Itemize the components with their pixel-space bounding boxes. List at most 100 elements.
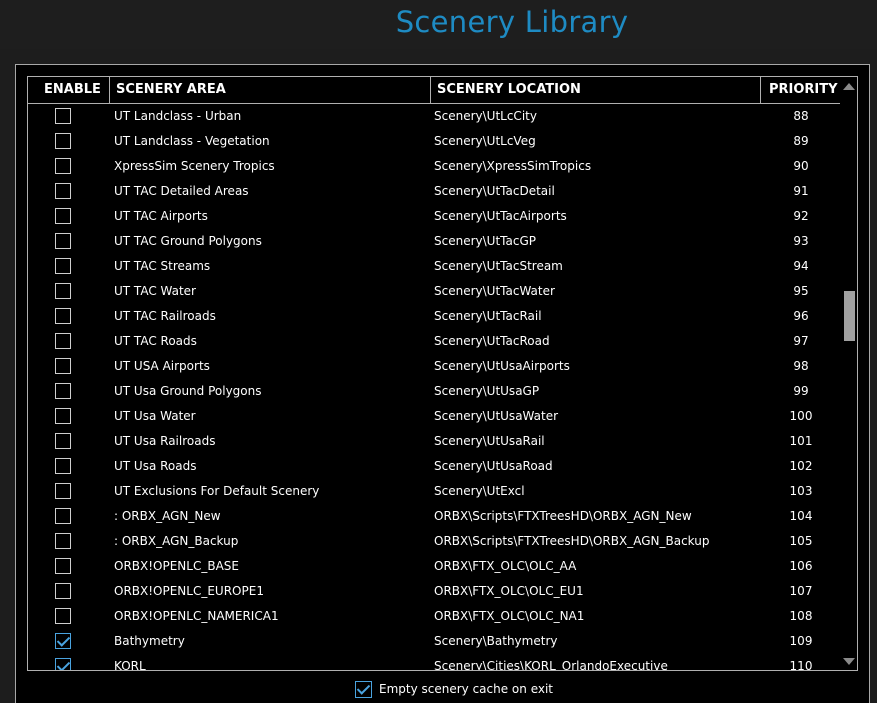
scenery-location-cell: Scenery\UtUsaGP <box>434 384 540 398</box>
priority-cell: 88 <box>793 109 809 123</box>
enable-checkbox[interactable] <box>55 508 71 524</box>
enable-checkbox[interactable] <box>55 108 71 124</box>
title-bar: Scenery Library <box>0 0 877 49</box>
scenery-area-cell: UT Exclusions For Default Scenery <box>114 484 320 498</box>
priority-cell: 110 <box>789 659 813 671</box>
scenery-area-cell: ORBX!OPENLC_BASE <box>114 559 239 573</box>
scenery-area-cell: UT Usa Roads <box>114 459 197 473</box>
scenery-area-cell: UT Landclass - Vegetation <box>114 134 270 148</box>
column-header-priority[interactable]: PRIORITY <box>761 77 841 103</box>
table-row[interactable]: XpressSim Scenery Tropics Scenery\XpressS… <box>28 154 840 179</box>
priority-cell: 90 <box>793 159 809 173</box>
table-row[interactable]: UT TAC Water Scenery\UtTacWater 95 <box>28 279 840 304</box>
priority-cell: 92 <box>793 209 809 223</box>
empty-cache-checkbox[interactable] <box>355 681 372 698</box>
enable-checkbox[interactable] <box>55 483 71 499</box>
table-row[interactable]: UT Usa Ground Polygons Scenery\UtUsaGP 99 <box>28 379 840 404</box>
enable-checkbox[interactable] <box>55 358 71 374</box>
table-row[interactable]: KORL Scenery\Cities\KORL_OrlandoExecutive… <box>28 654 840 671</box>
enable-checkbox[interactable] <box>55 183 71 199</box>
scenery-area-cell: UT Usa Ground Polygons <box>114 384 262 398</box>
enable-checkbox[interactable] <box>55 208 71 224</box>
scenery-location-cell: Scenery\UtUsaRail <box>434 434 545 448</box>
table-row[interactable]: Bathymetry Scenery\Bathymetry 109 <box>28 629 840 654</box>
priority-cell: 89 <box>793 134 809 148</box>
enable-checkbox[interactable] <box>55 158 71 174</box>
priority-cell: 108 <box>789 609 813 623</box>
priority-cell: 104 <box>789 509 813 523</box>
enable-checkbox[interactable] <box>55 608 71 624</box>
priority-cell: 103 <box>789 484 813 498</box>
table-row[interactable]: UT Usa Water Scenery\UtUsaWater 100 <box>28 404 840 429</box>
table-row[interactable]: UT USA Airports Scenery\UtUsaAirports 98 <box>28 354 840 379</box>
scenery-area-cell: UT TAC Airports <box>114 209 208 223</box>
enable-checkbox[interactable] <box>55 558 71 574</box>
column-header-scenery-area[interactable]: SCENERY AREA <box>110 77 431 103</box>
scenery-location-cell: ORBX\Scripts\FTXTreesHD\ORBX_AGN_Backup <box>434 534 710 548</box>
table-row[interactable]: UT TAC Ground Polygons Scenery\UtTacGP 93 <box>28 229 840 254</box>
scenery-location-cell: ORBX\FTX_OLC\OLC_AA <box>434 559 577 573</box>
enable-checkbox[interactable] <box>55 633 71 649</box>
enable-checkbox[interactable] <box>55 333 71 349</box>
scenery-location-cell: Scenery\UtTacStream <box>434 259 563 273</box>
priority-cell: 109 <box>789 634 813 648</box>
table-row[interactable]: : ORBX_AGN_New ORBX\Scripts\FTXTreesHD\OR… <box>28 504 840 529</box>
scrollbar-thumb[interactable] <box>844 291 855 341</box>
scenery-area-cell: UT Usa Water <box>114 409 196 423</box>
priority-cell: 101 <box>789 434 813 448</box>
enable-checkbox[interactable] <box>55 308 71 324</box>
table-header: ENABLE SCENERY AREA SCENERY LOCATION PRI… <box>28 77 840 104</box>
scenery-table: ENABLE SCENERY AREA SCENERY LOCATION PRI… <box>27 76 858 671</box>
table-row[interactable]: UT TAC Railroads Scenery\UtTacRail 96 <box>28 304 840 329</box>
scenery-area-cell: UT TAC Ground Polygons <box>114 234 262 248</box>
vertical-scrollbar[interactable] <box>841 77 857 670</box>
table-row[interactable]: ORBX!OPENLC_EUROPE1 ORBX\FTX_OLC\OLC_EU1 1… <box>28 579 840 604</box>
scenery-area-cell: : ORBX_AGN_New <box>114 509 221 523</box>
table-row[interactable]: : ORBX_AGN_Backup ORBX\Scripts\FTXTreesHD… <box>28 529 840 554</box>
enable-checkbox[interactable] <box>55 283 71 299</box>
column-header-enable[interactable]: ENABLE <box>28 77 110 103</box>
scroll-up-arrow-icon[interactable] <box>843 83 855 90</box>
enable-checkbox[interactable] <box>55 408 71 424</box>
scenery-area-cell: UT Landclass - Urban <box>114 109 242 123</box>
enable-checkbox[interactable] <box>55 583 71 599</box>
table-row[interactable]: ORBX!OPENLC_NAMERICA1 ORBX\FTX_OLC\OLC_NA… <box>28 604 840 629</box>
enable-checkbox[interactable] <box>55 658 71 670</box>
scenery-location-cell: Scenery\Bathymetry <box>434 634 558 648</box>
table-row[interactable]: UT Landclass - Vegetation Scenery\UtLcVeg… <box>28 129 840 154</box>
table-row[interactable]: UT Exclusions For Default Scenery Scenery… <box>28 479 840 504</box>
enable-checkbox[interactable] <box>55 433 71 449</box>
priority-cell: 94 <box>793 259 809 273</box>
enable-checkbox[interactable] <box>55 458 71 474</box>
scenery-location-cell: Scenery\UtTacDetail <box>434 184 555 198</box>
table-row[interactable]: UT TAC Detailed Areas Scenery\UtTacDetail… <box>28 179 840 204</box>
table-row[interactable]: UT TAC Airports Scenery\UtTacAirports 92 <box>28 204 840 229</box>
scenery-area-cell: UT TAC Detailed Areas <box>114 184 249 198</box>
scenery-location-cell: Scenery\UtLcVeg <box>434 134 536 148</box>
scenery-area-cell: KORL <box>114 659 146 671</box>
scenery-location-cell: Scenery\Cities\KORL_OrlandoExecutive <box>434 659 668 671</box>
enable-checkbox[interactable] <box>55 133 71 149</box>
table-row[interactable]: UT Usa Railroads Scenery\UtUsaRail 101 <box>28 429 840 454</box>
enable-checkbox[interactable] <box>55 258 71 274</box>
enable-checkbox[interactable] <box>55 533 71 549</box>
enable-checkbox[interactable] <box>55 383 71 399</box>
scenery-location-cell: Scenery\UtTacRail <box>434 309 542 323</box>
priority-cell: 107 <box>789 584 813 598</box>
enable-checkbox[interactable] <box>55 233 71 249</box>
scenery-area-cell: UT TAC Streams <box>114 259 211 273</box>
scenery-location-cell: Scenery\UtExcl <box>434 484 525 498</box>
scenery-location-cell: ORBX\FTX_OLC\OLC_NA1 <box>434 609 585 623</box>
table-row[interactable]: ORBX!OPENLC_BASE ORBX\FTX_OLC\OLC_AA 106 <box>28 554 840 579</box>
column-header-scenery-location[interactable]: SCENERY LOCATION <box>431 77 761 103</box>
priority-cell: 91 <box>793 184 809 198</box>
scenery-location-cell: Scenery\UtUsaAirports <box>434 359 570 373</box>
table-row[interactable]: UT Landclass - Urban Scenery\UtLcCity 88 <box>28 104 840 129</box>
scroll-down-arrow-icon[interactable] <box>843 658 855 665</box>
table-row[interactable]: UT TAC Streams Scenery\UtTacStream 94 <box>28 254 840 279</box>
scenery-location-cell: Scenery\UtTacRoad <box>434 334 550 348</box>
table-row[interactable]: UT TAC Roads Scenery\UtTacRoad 97 <box>28 329 840 354</box>
table-row[interactable]: UT Usa Roads Scenery\UtUsaRoad 102 <box>28 454 840 479</box>
priority-cell: 97 <box>793 334 809 348</box>
scenery-location-cell: Scenery\UtUsaWater <box>434 409 559 423</box>
